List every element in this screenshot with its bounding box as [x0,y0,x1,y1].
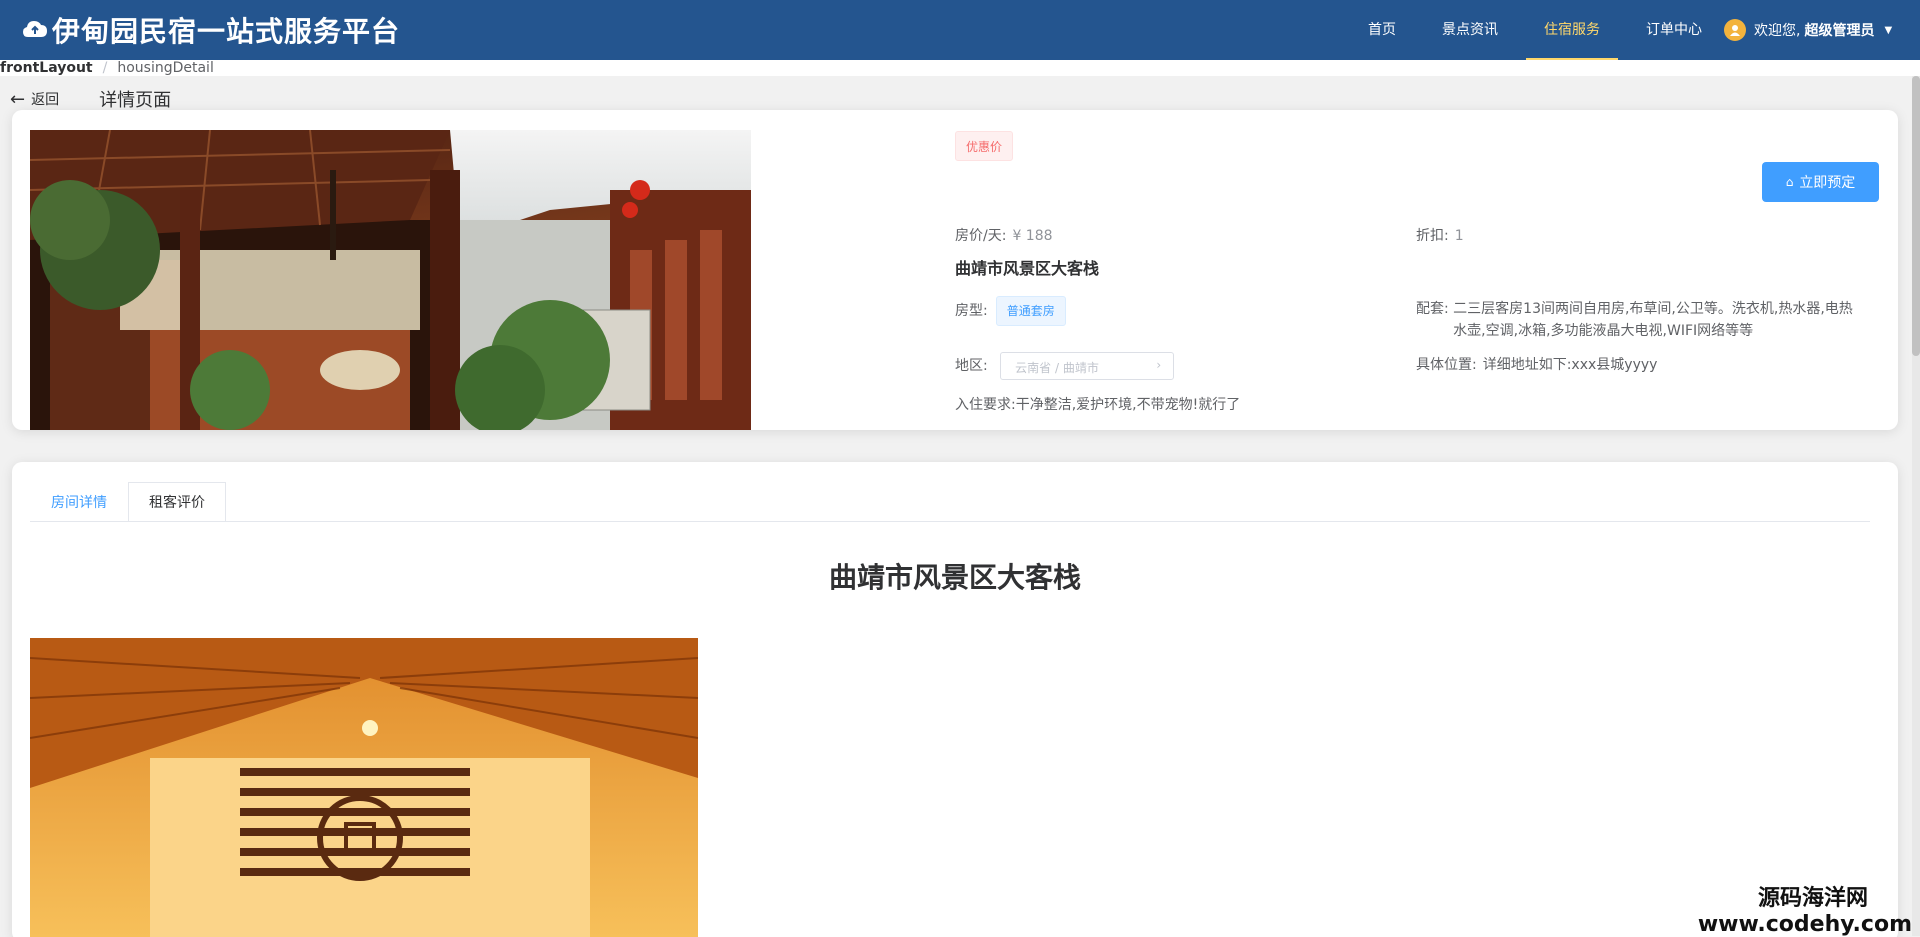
price-value: ¥ 188 [1012,228,1053,244]
arrow-left-icon: ← [10,88,26,110]
region-label: 地区: [955,358,988,374]
avatar [1724,19,1746,41]
back-label: 返回 [31,92,60,108]
discount-field: 折扣: 1 [1416,225,1464,245]
address-label: 具体位置: [1416,357,1477,373]
price-field: 房价/天: ¥ 188 [955,225,1053,245]
nav-home[interactable]: 首页 [1350,0,1414,60]
discount-value: 1 [1454,228,1464,244]
chevron-down-icon: ▼ [1884,24,1893,36]
book-now-label: 立即预定 [1799,175,1856,191]
detail-tabs: 房间详情 租客评价 [30,482,1870,522]
price-label: 房价/天: [955,228,1007,244]
cloud-icon [23,21,47,37]
region-field: 地区: 云南省 / 曲靖市 › [955,352,1175,380]
address-value: 详细地址如下:xxx县城yyyy [1482,357,1658,373]
region-select-value: 云南省 / 曲靖市 [1015,361,1099,375]
chevron-right-icon: › [1156,358,1162,372]
brand[interactable]: 伊甸园民宿一站式服务平台 [22,10,400,50]
requirement-value: 干净整洁,爱护环境,不带宠物!就行了 [1015,397,1241,413]
page-header: ← 返回 详情页面 [10,86,171,112]
watermark-line2: www.codehy.com [1697,912,1912,937]
top-navbar: 伊甸园民宿一站式服务平台 首页 景点资讯 住宿服务 订单中心 欢迎您, 超级管理… [0,0,1920,60]
breadcrumb-root[interactable]: frontLayout [0,60,93,76]
user-icon [1730,25,1740,36]
discount-tag: 优惠价 [955,131,1014,161]
user-role: 超级管理员 [1804,23,1875,39]
user-greeting: 欢迎您, [1754,23,1801,39]
content-title: 曲靖市风景区大客栈 [828,561,1081,594]
room-photo [30,638,698,937]
watermark-line1: 源码海洋网 [1757,886,1868,911]
user-menu[interactable]: 欢迎您, 超级管理员 ▼ [1724,19,1892,41]
address-field: 具体位置: 详细地址如下:xxx县城yyyy [1416,354,1657,374]
breadcrumb: frontLayout / housingDetail [0,60,1920,76]
scrollbar-thumb[interactable] [1912,76,1920,356]
home-icon: ⌂ [1785,175,1794,189]
main-nav: 首页 景点资讯 住宿服务 订单中心 [1350,0,1730,60]
nav-attractions[interactable]: 景点资讯 [1424,0,1516,60]
facilities-label: 配套: [1416,301,1449,317]
lodging-photo[interactable] [30,130,751,430]
requirement-field: 入住要求:干净整洁,爱护环境,不带宠物!就行了 [955,394,1240,414]
page-title: 详情页面 [99,90,172,111]
discount-label: 折扣: [1416,228,1449,244]
tab-reviews[interactable]: 租客评价 [128,482,226,522]
hotel-name: 曲靖市风景区大客栈 [955,259,1100,278]
requirement-label: 入住要求: [955,397,1016,413]
back-button[interactable]: ← 返回 [10,89,59,110]
tab-room-details[interactable]: 房间详情 [30,482,128,522]
breadcrumb-separator: / [102,60,108,76]
courtyard-image [30,130,751,430]
nav-lodging[interactable]: 住宿服务 [1526,0,1618,60]
breadcrumb-current: housingDetail [117,60,214,76]
room-type-field: 房型: 普通套房 [955,296,1066,326]
room-image [30,638,698,937]
app-title: 伊甸园民宿一站式服务平台 [52,15,401,48]
room-type-label: 房型: [955,303,988,319]
region-select[interactable]: 云南省 / 曲靖市 › [1000,352,1175,380]
facilities-value: 二三层客房13间两间自用房,布草间,公卫等。洗衣机,热水器,电热水壶,空调,冰箱… [1453,301,1853,339]
facilities-field: 配套: 二三层客房13间两间自用房,布草间,公卫等。洗衣机,热水器,电热水壶,空… [1416,298,1853,342]
book-now-button[interactable]: ⌂ 立即预定 [1762,162,1879,202]
watermark: 源码海洋网 www.codehy.com [1698,880,1912,937]
room-type-tag: 普通套房 [995,296,1066,326]
nav-orders[interactable]: 订单中心 [1628,0,1720,60]
